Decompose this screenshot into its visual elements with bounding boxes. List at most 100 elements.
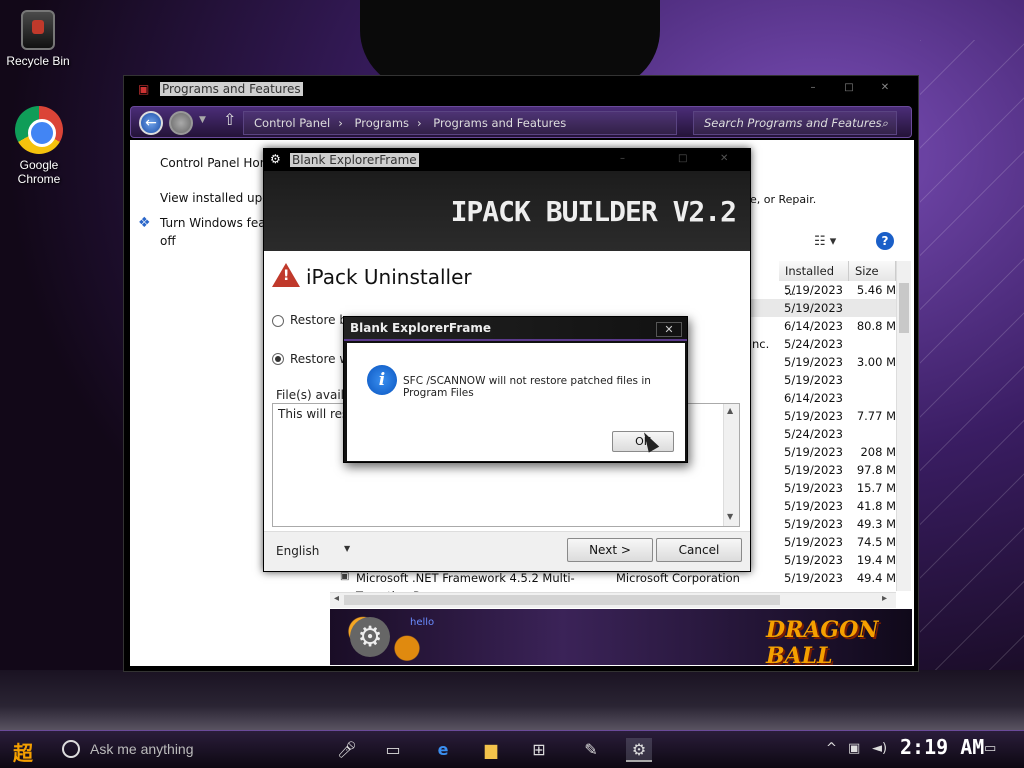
installed-date-cell: 6/14/2023 xyxy=(784,391,843,405)
recycle-bin-icon xyxy=(21,10,55,50)
installed-date-cell: 5/19/2023 xyxy=(784,481,843,495)
ipack-footer: English ▼ Next > Cancel xyxy=(264,531,750,571)
help-icon[interactable]: ? xyxy=(876,232,894,250)
scroll-thumb[interactable] xyxy=(899,283,909,333)
breadcrumb-item[interactable]: Control Panel xyxy=(254,116,330,130)
size-cell xyxy=(850,425,896,443)
view-options-icon[interactable]: ☷ ▾ xyxy=(814,234,836,249)
restore-option-2-label: Restore w xyxy=(290,352,350,366)
desktop-icon-label: Google Chrome xyxy=(17,158,61,186)
breadcrumb-item[interactable]: Programs and Features xyxy=(433,116,566,130)
scroll-thumb[interactable] xyxy=(344,595,780,605)
vertical-scrollbar[interactable] xyxy=(896,261,911,591)
address-bar: ← ▼ ⇧ Control Panel › Programs › Programs … xyxy=(130,106,912,138)
horizontal-scrollbar[interactable]: ◂ ▸ xyxy=(330,592,896,608)
program-name: hello xyxy=(410,617,435,628)
dialog-body: i SFC /SCANNOW will not restore patched … xyxy=(347,343,685,461)
window-title: Blank ExplorerFrame xyxy=(290,153,419,167)
info-icon: i xyxy=(367,365,397,395)
message-dialog: Blank ExplorerFrame ✕ i SFC /SCANNOW wil… xyxy=(343,316,688,463)
search-input[interactable]: Search Programs and Features ⌕ xyxy=(693,111,897,135)
maximize-button[interactable]: □ xyxy=(840,82,858,96)
close-button[interactable]: ✕ xyxy=(656,322,682,337)
close-button[interactable]: ✕ xyxy=(876,82,894,96)
close-button[interactable]: ✕ xyxy=(720,153,728,164)
view-updates-link[interactable]: View installed upd xyxy=(160,191,270,205)
column-size[interactable]: Size xyxy=(849,261,896,281)
shield-icon: ❖ xyxy=(138,215,151,231)
clock[interactable]: 2:19 AM xyxy=(900,735,984,759)
language-select[interactable]: English xyxy=(276,544,319,558)
installed-date-cell: 5/19/2023 xyxy=(784,283,843,297)
installed-date-cell: 5/19/2023 xyxy=(784,517,843,531)
app-icon[interactable]: ✎ xyxy=(578,738,604,762)
file-explorer-icon[interactable]: ▆ xyxy=(478,738,504,762)
gear-icon: ⚙ xyxy=(350,617,390,657)
size-cell: 208 M xyxy=(860,445,896,459)
volume-icon[interactable]: ◄) xyxy=(872,741,887,756)
scroll-right-icon[interactable]: ▸ xyxy=(882,593,887,604)
chevron-down-icon[interactable]: ▼ xyxy=(344,544,350,553)
control-panel-home-link[interactable]: Control Panel Home xyxy=(160,156,279,170)
maximize-button[interactable]: □ xyxy=(678,153,687,164)
breadcrumb-item[interactable]: Programs xyxy=(355,116,410,130)
cortana-icon[interactable] xyxy=(62,740,80,758)
next-button[interactable]: Next > xyxy=(567,538,653,562)
vertical-scrollbar[interactable]: ▲ ▼ xyxy=(723,404,739,526)
size-cell: 41.8 M xyxy=(856,499,896,513)
cancel-button[interactable]: Cancel xyxy=(656,538,742,562)
edge-icon[interactable]: e xyxy=(430,738,456,762)
size-cell: 74.5 M xyxy=(856,535,896,549)
windows-features-link[interactable]: Turn Windows feat xyxy=(160,216,270,230)
installed-date-cell: 5/19/2023 xyxy=(784,373,843,387)
desktop-icon-recycle-bin[interactable]: Recycle Bin xyxy=(0,10,78,68)
scroll-up-icon[interactable]: ▲ xyxy=(727,406,733,415)
breadcrumb[interactable]: Control Panel › Programs › Programs and Fe… xyxy=(243,111,677,135)
taskbar: 超 Ask me anything 🎤︎ ▭ e ▆ ⊞ ✎ ⚙ ^ ▣ ◄) … xyxy=(0,730,1024,768)
window-title: Programs and Features xyxy=(160,82,303,96)
installed-date-cell: 5/24/2023 xyxy=(784,427,843,441)
gear-icon[interactable]: ⚙ xyxy=(626,738,652,762)
installed-date-cell: 5/19/2023 xyxy=(784,355,843,369)
titlebar[interactable]: ▣ Programs and Features – □ ✕ xyxy=(124,76,918,104)
store-icon[interactable]: ⊞ xyxy=(526,738,552,762)
titlebar[interactable]: Blank ExplorerFrame ✕ xyxy=(344,317,687,341)
column-installed[interactable]: Installed ... xyxy=(779,261,849,298)
installed-date-cell: 5/19/2023 xyxy=(784,535,843,549)
task-view-icon[interactable]: ▭ xyxy=(380,738,406,762)
size-cell: 19.4 M xyxy=(856,553,896,567)
minimize-button[interactable]: – xyxy=(804,82,822,96)
back-arrow-icon[interactable]: ← xyxy=(139,111,163,135)
desktop-icon-chrome[interactable]: Google Chrome xyxy=(0,106,79,186)
notification-icon[interactable]: ▭ xyxy=(984,741,996,756)
chevron-up-icon[interactable]: ^ xyxy=(826,741,837,756)
size-cell xyxy=(850,389,896,407)
windows-features-link-cont[interactable]: off xyxy=(160,234,176,248)
desktop-icon-label: Recycle Bin xyxy=(6,54,70,68)
installed-date-cell: 5/24/2023 xyxy=(784,337,843,351)
search-icon: ⌕ xyxy=(881,116,888,130)
size-cell: 5.46 M xyxy=(856,283,896,297)
microphone-icon[interactable]: 🎤︎ xyxy=(334,738,360,762)
scroll-left-icon[interactable]: ◂ xyxy=(334,593,339,604)
installed-date-cell: 5/19/2023 xyxy=(784,553,843,567)
control-panel-icon: ▣ xyxy=(138,82,150,96)
taskbar-search[interactable]: Ask me anything xyxy=(90,741,194,757)
up-arrow-icon[interactable]: ⇧ xyxy=(223,110,236,129)
history-dropdown-icon[interactable]: ▼ xyxy=(199,115,206,125)
minimize-button[interactable]: – xyxy=(620,153,625,164)
installed-date-cell: 5/19/2023 xyxy=(784,499,843,513)
size-cell: 15.7 M xyxy=(856,481,896,495)
forward-arrow-icon[interactable] xyxy=(169,111,193,135)
size-cell xyxy=(850,335,896,353)
dialog-message: SFC /SCANNOW will not restore patched fi… xyxy=(403,375,651,399)
scroll-down-icon[interactable]: ▼ xyxy=(727,512,733,521)
installed-date-cell: 5/19/2023 xyxy=(784,301,843,315)
network-icon[interactable]: ▣ xyxy=(848,741,860,756)
titlebar[interactable]: ⚙ Blank ExplorerFrame – □ ✕ xyxy=(264,149,750,171)
start-button[interactable]: 超 xyxy=(8,737,38,765)
restore-option-2-radio[interactable] xyxy=(272,353,284,365)
chrome-icon xyxy=(15,106,63,154)
size-cell: 49.3 M xyxy=(856,517,896,531)
restore-option-1-radio[interactable] xyxy=(272,315,284,327)
